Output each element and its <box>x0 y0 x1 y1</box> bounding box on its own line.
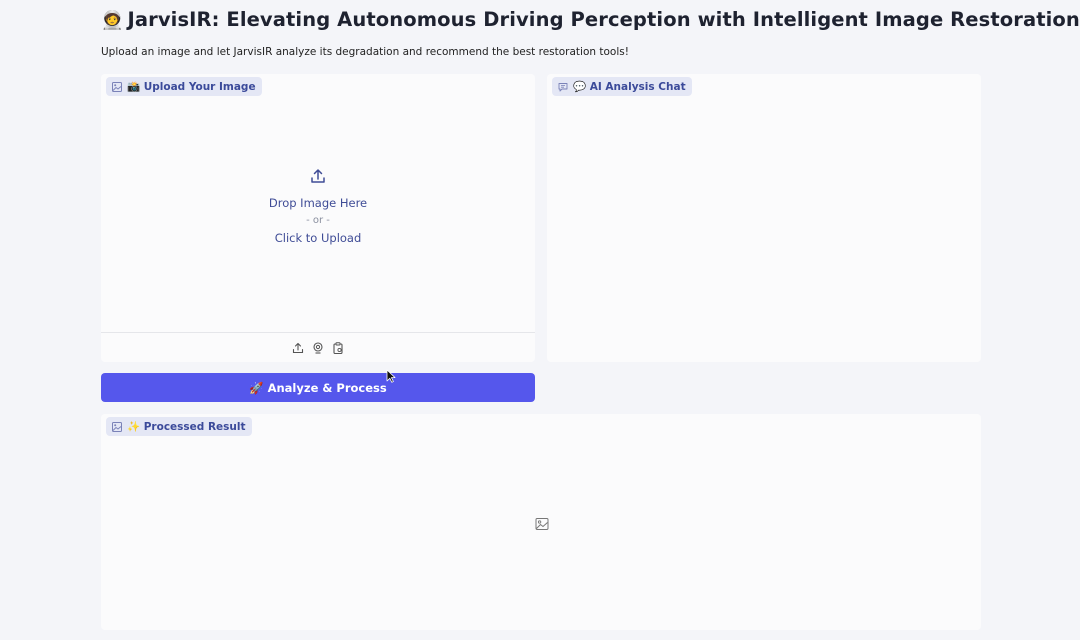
page-subtitle: Upload an image and let JarvisIR analyze… <box>101 46 629 58</box>
webcam-icon[interactable] <box>312 341 325 354</box>
upload-icon[interactable] <box>292 341 305 354</box>
result-label: ✨ Processed Result <box>127 421 246 433</box>
result-panel: ✨ Processed Result <box>101 414 981 630</box>
logo-emoji: 🧑‍🚀 <box>101 10 124 31</box>
result-label-chip: ✨ Processed Result <box>106 417 252 436</box>
chat-label-chip: 💬 AI Analysis Chat <box>552 77 692 96</box>
image-drop-zone[interactable]: Drop Image Here - or - Click to Upload <box>101 98 535 332</box>
analyze-process-button[interactable]: 🚀 Analyze & Process <box>101 373 535 402</box>
page-title-text: JarvisIR: Elevating Autonomous Driving P… <box>127 8 1080 31</box>
chat-label: 💬 AI Analysis Chat <box>573 81 686 93</box>
drop-image-text: Drop Image Here <box>268 196 368 210</box>
click-to-upload-text: Click to Upload <box>274 231 362 245</box>
upload-arrow-icon <box>310 168 326 188</box>
upload-panel: 📸 Upload Your Image Drop Image Here - or… <box>101 74 535 362</box>
or-separator-text: - or - <box>306 215 330 226</box>
page-title: 🧑‍🚀 JarvisIR: Elevating Autonomous Drivin… <box>101 8 1080 31</box>
image-icon <box>112 81 122 92</box>
image-icon <box>112 421 122 432</box>
image-placeholder-icon <box>535 516 549 530</box>
upload-source-toolbar <box>101 332 535 362</box>
upload-label: 📸 Upload Your Image <box>127 81 256 93</box>
clipboard-icon[interactable] <box>332 341 345 354</box>
chat-bubble-icon <box>558 82 568 92</box>
mouse-cursor-icon <box>386 368 396 383</box>
upload-label-chip: 📸 Upload Your Image <box>106 77 262 96</box>
chat-panel: 💬 AI Analysis Chat <box>547 74 981 362</box>
